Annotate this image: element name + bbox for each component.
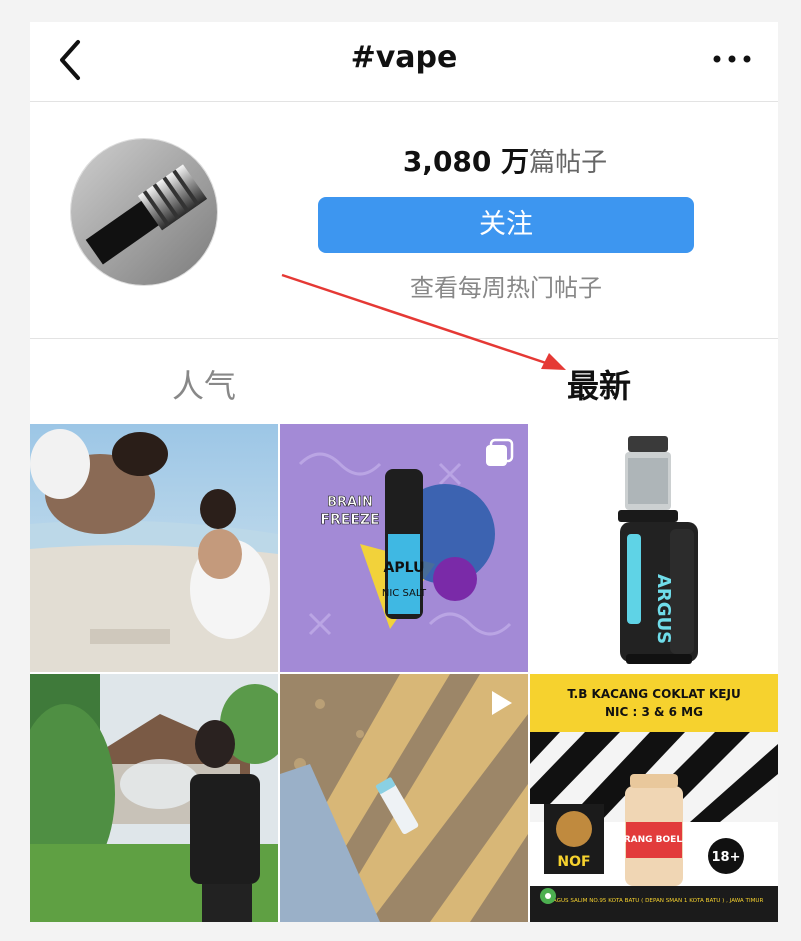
post-thumbnail[interactable]: T.B KACANG COKLAT KEJU NIC : 3 & 6 MG NO… bbox=[530, 674, 778, 922]
age-badge: 18+ bbox=[712, 850, 741, 865]
more-icon bbox=[713, 55, 751, 63]
bottle-label: TERANG BOELAN bbox=[611, 835, 696, 845]
page-title: #vape bbox=[350, 40, 458, 75]
promo-line1: T.B KACANG COKLAT KEJU bbox=[567, 687, 740, 701]
brand-bottom: FREEZE bbox=[320, 512, 379, 528]
tab-popular[interactable]: 人气 bbox=[172, 361, 236, 407]
post-thumbnail[interactable]: ARGUS bbox=[530, 424, 778, 672]
post-thumbnail[interactable] bbox=[30, 424, 278, 672]
post-count: 3,080 万篇帖子 bbox=[320, 140, 690, 180]
follow-button[interactable]: 关注 bbox=[318, 197, 694, 253]
post-count-unit: 篇帖子 bbox=[529, 148, 608, 178]
weekly-top-posts-link[interactable]: 查看每周热门帖子 bbox=[318, 268, 694, 303]
hashtag-page: #vape 3,080 万篇帖子 关注 查看每周热门帖子 人气 最新 APLU … bbox=[30, 22, 778, 922]
brand-logo-text: NOF bbox=[557, 854, 590, 870]
more-options-button[interactable] bbox=[708, 44, 758, 74]
hashtag-avatar bbox=[70, 138, 218, 286]
address-text: JL. AGUS SALIM NO.95 KOTA BATU ( DEPAN S… bbox=[544, 898, 764, 904]
promo-line2: NIC : 3 & 6 MG bbox=[605, 705, 703, 719]
multi-post-icon bbox=[486, 438, 514, 466]
video-icon bbox=[492, 691, 512, 715]
post-thumbnail[interactable] bbox=[30, 674, 278, 922]
post-thumbnail[interactable]: APLU NIC SALT BRAIN FREEZE bbox=[280, 424, 528, 672]
device-label: ARGUS bbox=[653, 574, 674, 644]
post-grid: APLU NIC SALT BRAIN FREEZE ARGUS T.B KAC… bbox=[30, 424, 778, 922]
top-bar: #vape bbox=[30, 22, 778, 102]
brand-top: BRAIN bbox=[327, 495, 373, 510]
tab-latest[interactable]: 最新 bbox=[567, 361, 631, 407]
product-name: APLU bbox=[384, 560, 425, 576]
product-sub: NIC SALT bbox=[382, 588, 427, 599]
post-thumbnail[interactable] bbox=[280, 674, 528, 922]
feed-tabs: 人气 最新 bbox=[30, 338, 778, 423]
post-count-number: 3,080 万 bbox=[402, 145, 530, 178]
